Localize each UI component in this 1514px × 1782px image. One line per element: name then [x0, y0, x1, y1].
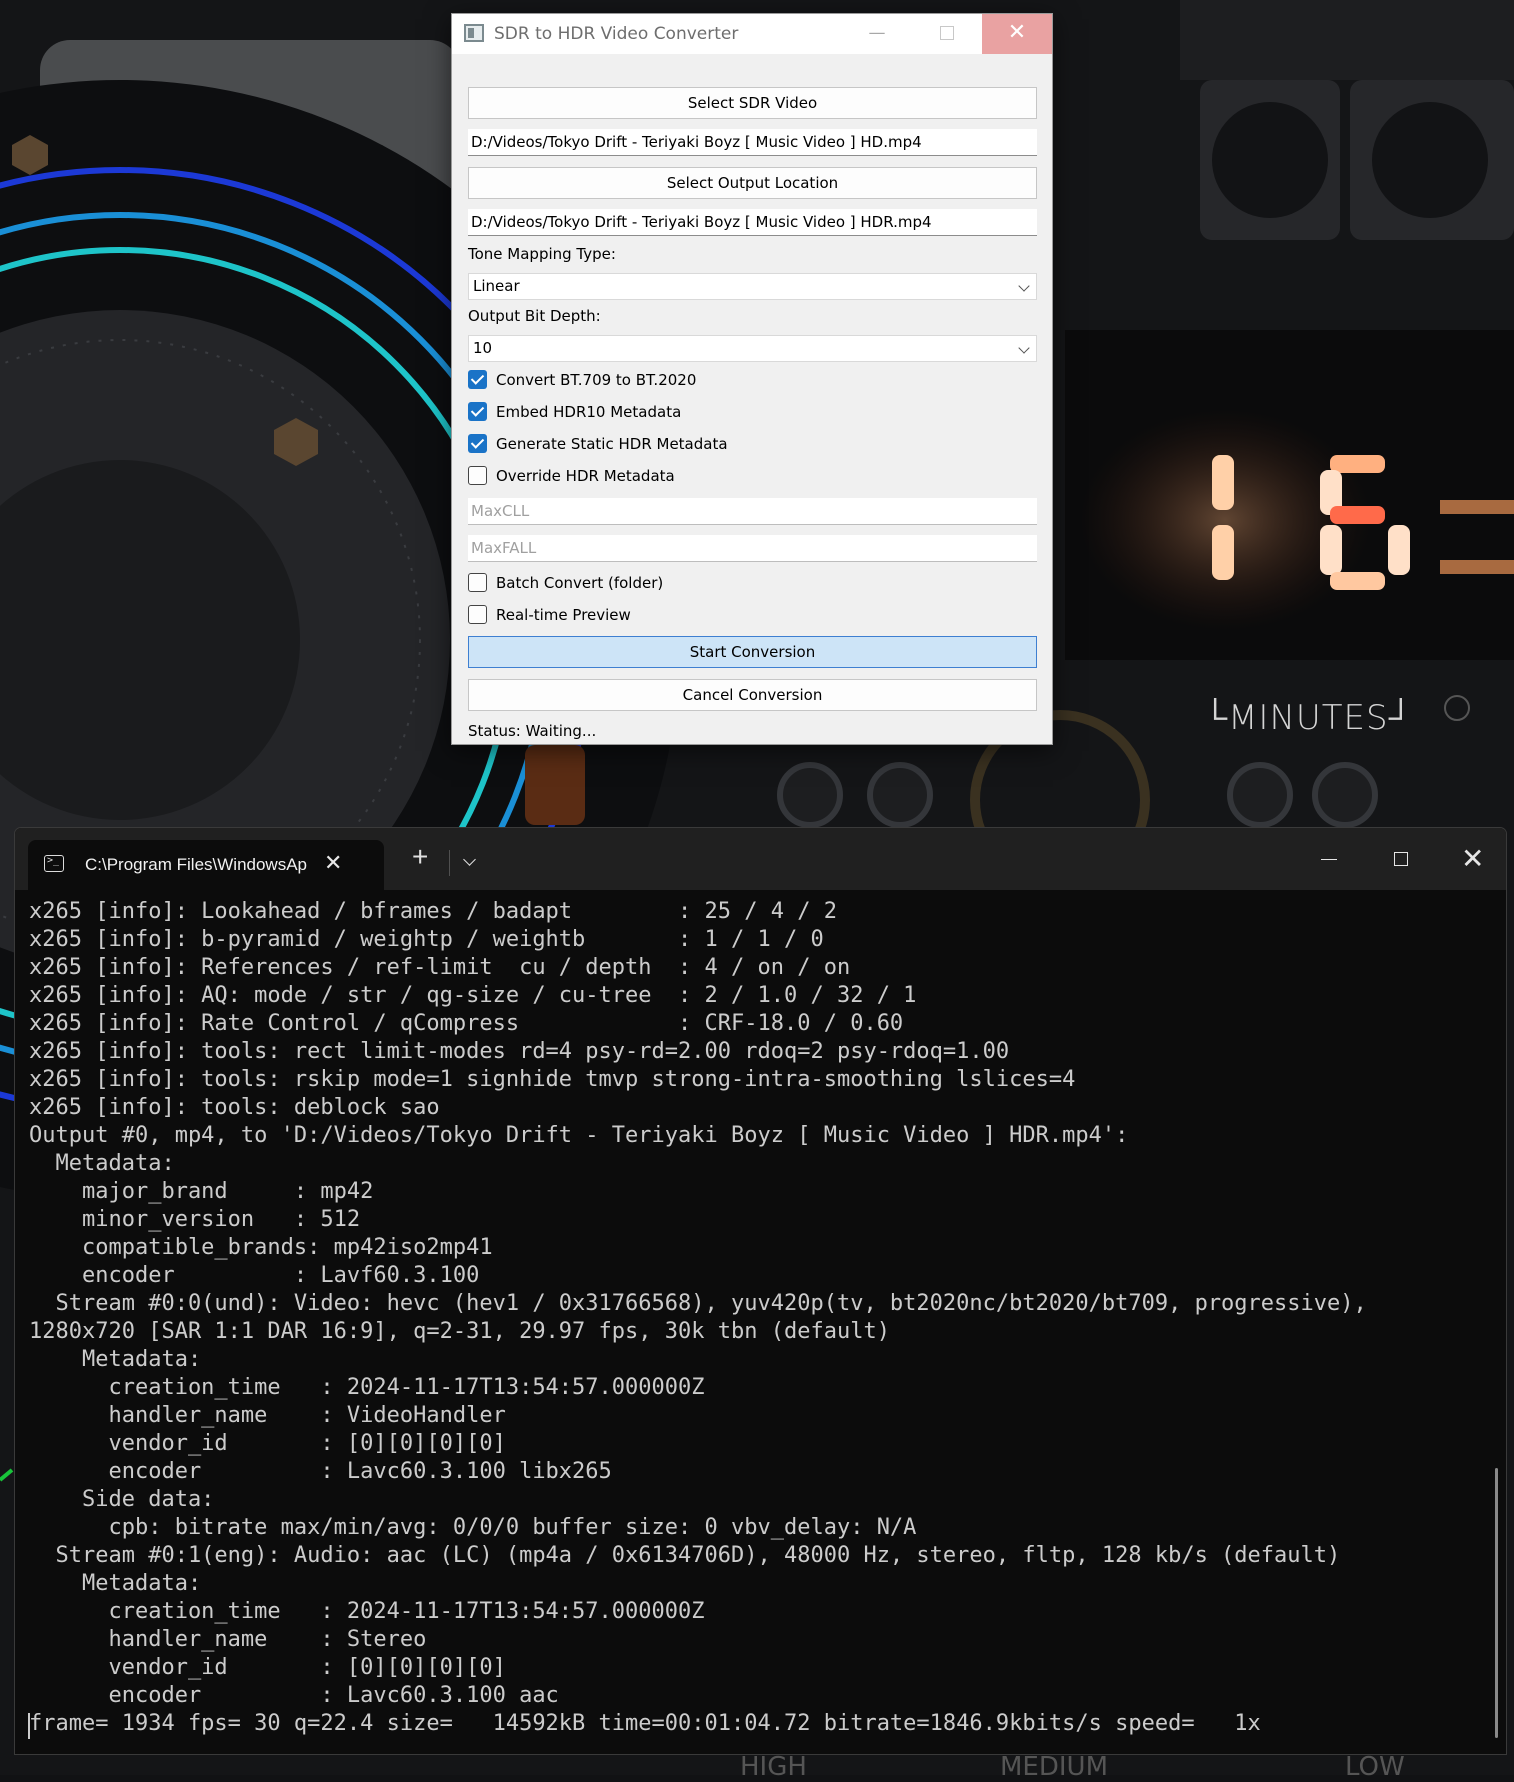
wallpaper-minutes-label: └MINUTES┘: [1203, 698, 1414, 738]
command-prompt-icon: [44, 855, 64, 872]
chevron-down-icon: [1018, 342, 1030, 354]
terminal-close-button[interactable]: ✕: [1461, 842, 1484, 875]
checkbox-unchecked-icon: [468, 573, 487, 592]
terminal-output[interactable]: x265 [info]: Lookahead / bframes / badap…: [29, 898, 1499, 1738]
terminal-line: x265 [info]: b-pyramid / weightp / weigh…: [29, 927, 824, 952]
terminal-minimize-button[interactable]: [1321, 859, 1337, 860]
terminal-tab-title: C:\Program Files\WindowsAp: [85, 855, 308, 874]
maxcll-field[interactable]: MaxCLL: [468, 498, 1037, 525]
cancel-conversion-button[interactable]: Cancel Conversion: [468, 679, 1037, 711]
terminal-line: creation_time : 2024-11-17T13:54:57.0000…: [29, 1599, 705, 1624]
terminal-line: x265 [info]: tools: rskip mode=1 signhid…: [29, 1067, 1076, 1092]
terminal-line: frame= 1934 fps= 30 q=22.4 size= 14592kB…: [29, 1711, 1261, 1736]
checkbox-label: Real-time Preview: [496, 606, 631, 624]
tab-close-icon[interactable]: ✕: [324, 850, 342, 876]
terminal-line: encoder : Lavf60.3.100: [29, 1263, 480, 1288]
terminal-line: Metadata:: [29, 1571, 202, 1596]
terminal-line: minor_version : 512: [29, 1207, 361, 1232]
terminal-line: x265 [info]: Rate Control / qCompress : …: [29, 1011, 904, 1036]
checkbox-checked-icon: [468, 434, 487, 453]
tone-mapping-select[interactable]: Linear: [468, 273, 1037, 300]
terminal-line: major_brand : mp42: [29, 1179, 374, 1204]
bit-depth-value: 10: [473, 339, 493, 357]
terminal-window: C:\Program Files\WindowsAp ✕ + ✕ x265 [i…: [14, 827, 1507, 1755]
app-window-icon: [464, 24, 484, 42]
start-conversion-button[interactable]: Start Conversion: [468, 636, 1037, 668]
status-label: Status: Waiting...: [468, 722, 597, 740]
override-hdr-checkbox[interactable]: Override HDR Metadata: [468, 464, 1037, 488]
checkbox-label: Convert BT.709 to BT.2020: [496, 371, 697, 389]
checkbox-label: Generate Static HDR Metadata: [496, 435, 728, 453]
chevron-down-icon: [1018, 280, 1030, 292]
checkbox-label: Override HDR Metadata: [496, 467, 675, 485]
terminal-line: encoder : Lavc60.3.100 aac: [29, 1683, 559, 1708]
terminal-line: Stream #0:0(und): Video: hevc (hev1 / 0x…: [29, 1291, 1367, 1316]
converter-window: SDR to HDR Video Converter — ✕ Select SD…: [451, 13, 1053, 745]
terminal-line: creation_time : 2024-11-17T13:54:57.0000…: [29, 1375, 705, 1400]
minimize-button[interactable]: —: [842, 14, 912, 54]
convert-bt709-checkbox[interactable]: Convert BT.709 to BT.2020: [468, 368, 1037, 392]
terminal-line: Side data:: [29, 1487, 215, 1512]
terminal-maximize-button[interactable]: [1394, 852, 1408, 866]
terminal-tab[interactable]: C:\Program Files\WindowsAp ✕: [28, 840, 384, 890]
terminal-line: encoder : Lavc60.3.100 libx265: [29, 1459, 612, 1484]
bit-depth-label: Output Bit Depth:: [468, 307, 601, 325]
select-output-location-button[interactable]: Select Output Location: [468, 167, 1037, 199]
terminal-tabbar[interactable]: C:\Program Files\WindowsAp ✕ + ✕: [15, 828, 1506, 890]
terminal-line: Metadata:: [29, 1151, 175, 1176]
terminal-line: 1280x720 [SAR 1:1 DAR 16:9], q=2-31, 29.…: [29, 1319, 890, 1344]
terminal-line: cpb: bitrate max/min/avg: 0/0/0 buffer s…: [29, 1515, 917, 1540]
terminal-line: x265 [info]: Lookahead / bframes / badap…: [29, 899, 837, 924]
terminal-line: compatible_brands: mp42iso2mp41: [29, 1235, 493, 1260]
input-path-field[interactable]: D:/Videos/Tokyo Drift - Teriyaki Boyz [ …: [468, 129, 1037, 156]
terminal-line: x265 [info]: AQ: mode / str / qg-size / …: [29, 983, 917, 1008]
generate-static-hdr-checkbox[interactable]: Generate Static HDR Metadata: [468, 432, 1037, 456]
tabbar-divider: [449, 850, 450, 876]
terminal-line: handler_name : Stereo: [29, 1627, 427, 1652]
terminal-scrollbar[interactable]: [1495, 1468, 1498, 1738]
terminal-line: x265 [info]: References / ref-limit cu /…: [29, 955, 851, 980]
converter-title: SDR to HDR Video Converter: [494, 24, 739, 44]
terminal-line: Stream #0:1(eng): Audio: aac (LC) (mp4a …: [29, 1543, 1341, 1568]
output-path-field[interactable]: D:/Videos/Tokyo Drift - Teriyaki Boyz [ …: [468, 209, 1037, 236]
terminal-line: x265 [info]: tools: deblock sao: [29, 1095, 440, 1120]
checkbox-label: Embed HDR10 Metadata: [496, 403, 682, 421]
converter-titlebar[interactable]: SDR to HDR Video Converter — ✕: [452, 14, 1052, 54]
terminal-line: handler_name : VideoHandler: [29, 1403, 506, 1428]
maximize-button[interactable]: [912, 14, 982, 54]
realtime-preview-checkbox[interactable]: Real-time Preview: [468, 603, 1037, 627]
checkbox-unchecked-icon: [468, 466, 487, 485]
checkbox-checked-icon: [468, 402, 487, 421]
terminal-line: Metadata:: [29, 1347, 202, 1372]
text-cursor: [28, 1713, 30, 1739]
embed-hdr10-checkbox[interactable]: Embed HDR10 Metadata: [468, 400, 1037, 424]
tone-mapping-label: Tone Mapping Type:: [468, 245, 616, 263]
checkbox-label: Batch Convert (folder): [496, 574, 664, 592]
tone-mapping-value: Linear: [473, 277, 520, 295]
terminal-line: vendor_id : [0][0][0][0]: [29, 1431, 506, 1456]
wallpaper-medium-label: MEDIUM: [1000, 1752, 1109, 1782]
select-sdr-video-button[interactable]: Select SDR Video: [468, 87, 1037, 119]
batch-convert-checkbox[interactable]: Batch Convert (folder): [468, 571, 1037, 595]
wallpaper-low-label: LOW: [1345, 1752, 1405, 1782]
bit-depth-select[interactable]: 10: [468, 335, 1037, 362]
new-tab-button[interactable]: +: [412, 842, 428, 872]
terminal-line: Output #0, mp4, to 'D:/Videos/Tokyo Drif…: [29, 1123, 1129, 1148]
maxfall-field[interactable]: MaxFALL: [468, 535, 1037, 562]
checkbox-checked-icon: [468, 370, 487, 389]
terminal-line: vendor_id : [0][0][0][0]: [29, 1655, 506, 1680]
terminal-line: x265 [info]: tools: rect limit-modes rd=…: [29, 1039, 1010, 1064]
chevron-down-icon[interactable]: [463, 853, 476, 866]
checkbox-unchecked-icon: [468, 605, 487, 624]
wallpaper-high-label: HIGH: [740, 1752, 807, 1782]
close-button[interactable]: ✕: [982, 14, 1052, 54]
